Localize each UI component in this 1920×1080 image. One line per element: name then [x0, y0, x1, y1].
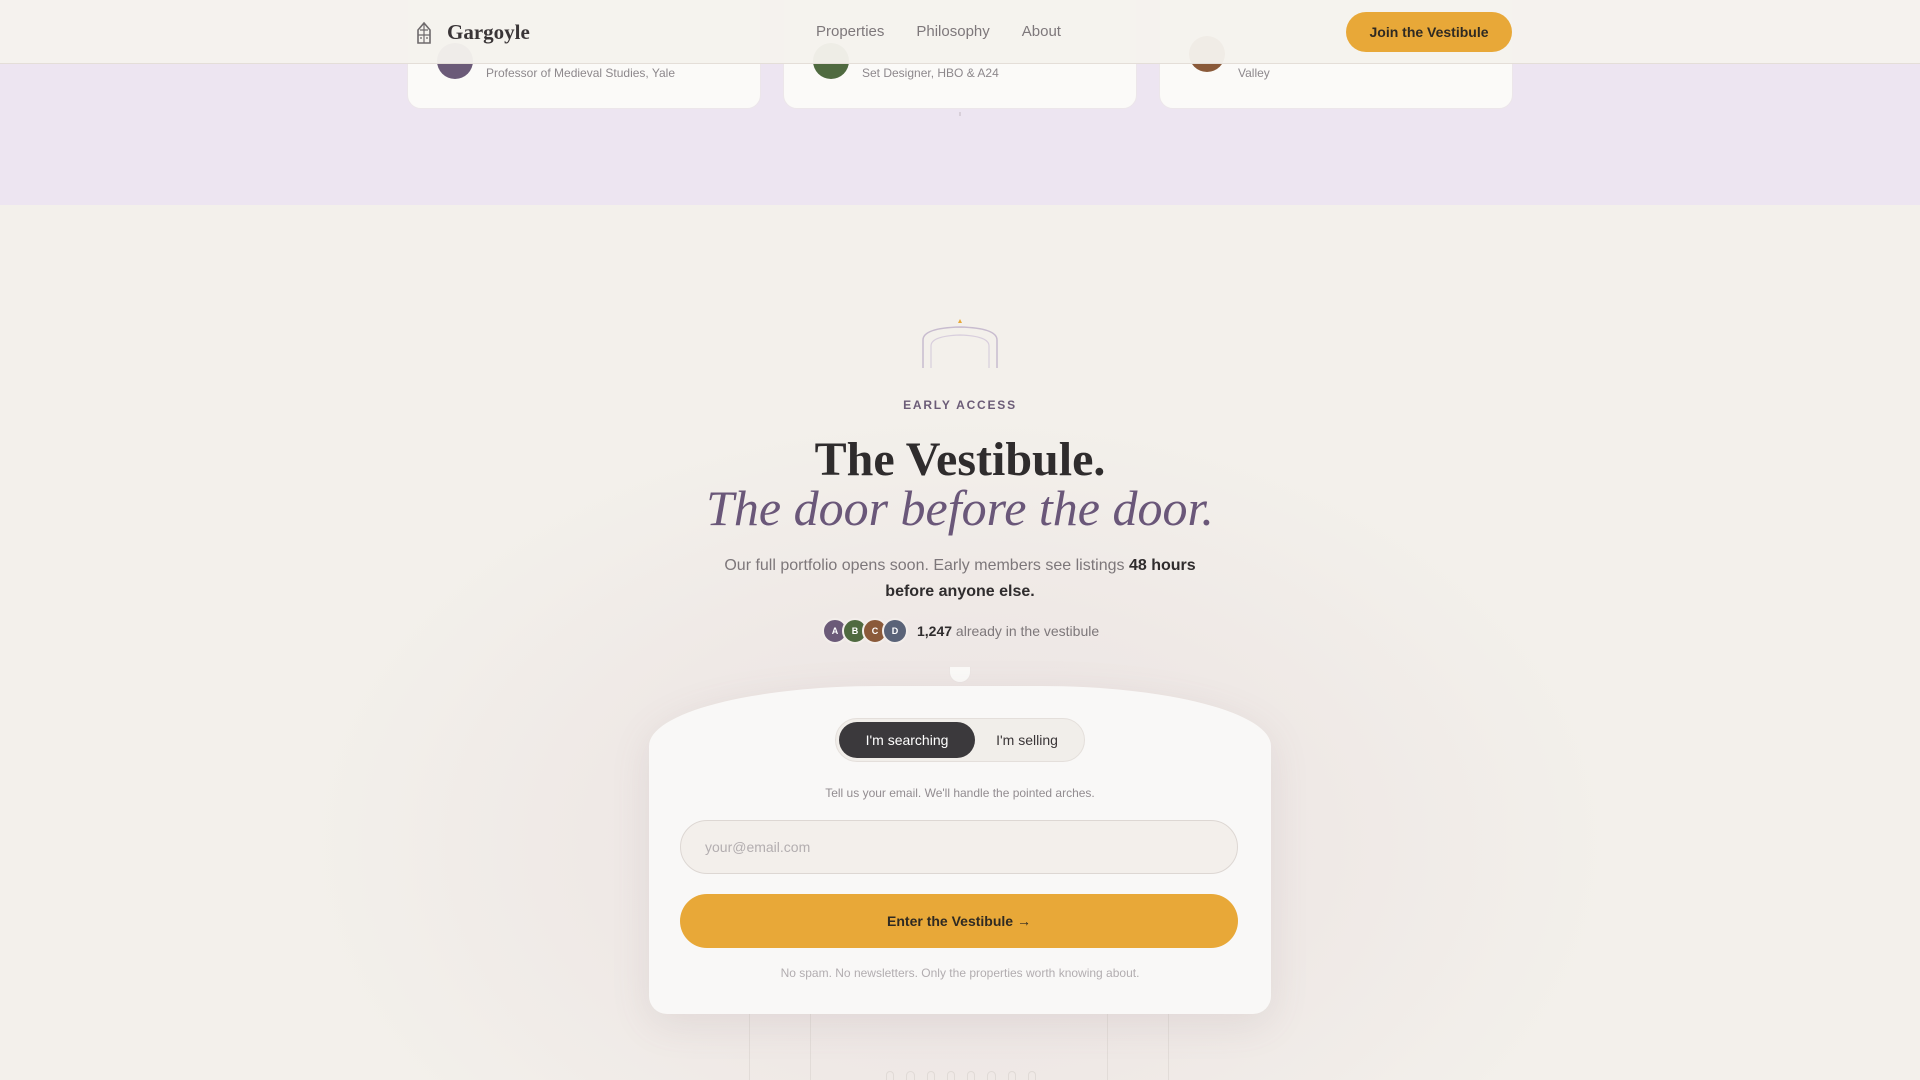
- email-field[interactable]: [680, 820, 1238, 874]
- gargoyle-icon: [417, 21, 431, 44]
- member-count: 1,247: [917, 623, 953, 639]
- main-nav: Properties Philosophy About: [816, 23, 1061, 40]
- portcullis-decoration: [886, 1071, 1036, 1080]
- member-suffix: already in the vestibule: [952, 623, 1100, 639]
- avatar-stack: A B C D: [822, 618, 908, 644]
- role-toggle: I'm searching I'm selling: [835, 718, 1085, 762]
- testimonial-role: Valley: [1238, 66, 1270, 80]
- site-header: Gargoyle Properties Philosophy About Joi…: [0, 0, 1920, 64]
- avatar: D: [882, 618, 908, 644]
- social-proof: A B C D 1,247 already in the vestibule: [822, 618, 1099, 644]
- brand-name: Gargoyle: [447, 20, 530, 44]
- arch-icon: [922, 319, 998, 368]
- member-count-text: 1,247 already in the vestibule: [917, 623, 1099, 639]
- testimonial-role: Professor of Medieval Studies, Yale: [486, 66, 675, 80]
- nav-link-philosophy[interactable]: Philosophy: [916, 23, 989, 40]
- eyebrow-label: EARLY ACCESS: [903, 398, 1017, 412]
- signup-card: I'm searching I'm selling Tell us your e…: [649, 686, 1271, 1014]
- description-text: Our full portfolio opens soon. Early mem…: [724, 557, 1129, 574]
- join-vestibule-button[interactable]: Join the Vestibule: [1346, 12, 1512, 52]
- page-subtitle: The door before the door.: [706, 480, 1214, 536]
- hero-description: Our full portfolio opens soon. Early mem…: [710, 553, 1210, 605]
- nav-link-properties[interactable]: Properties: [816, 23, 884, 40]
- logo[interactable]: Gargoyle: [413, 20, 530, 45]
- testimonial-role: Set Designer, HBO & A24: [862, 66, 999, 80]
- nav-link-about[interactable]: About: [1022, 23, 1061, 40]
- divider: [959, 112, 961, 116]
- enter-vestibule-button[interactable]: Enter the Vestibule →: [680, 894, 1238, 948]
- fine-print: No spam. No newsletters. Only the proper…: [780, 966, 1140, 980]
- pillar-decoration: [749, 1010, 1169, 1080]
- searching-toggle-button[interactable]: I'm searching: [839, 722, 975, 758]
- selling-toggle-button[interactable]: I'm selling: [975, 722, 1079, 758]
- form-hint: Tell us your email. We'll handle the poi…: [825, 786, 1095, 800]
